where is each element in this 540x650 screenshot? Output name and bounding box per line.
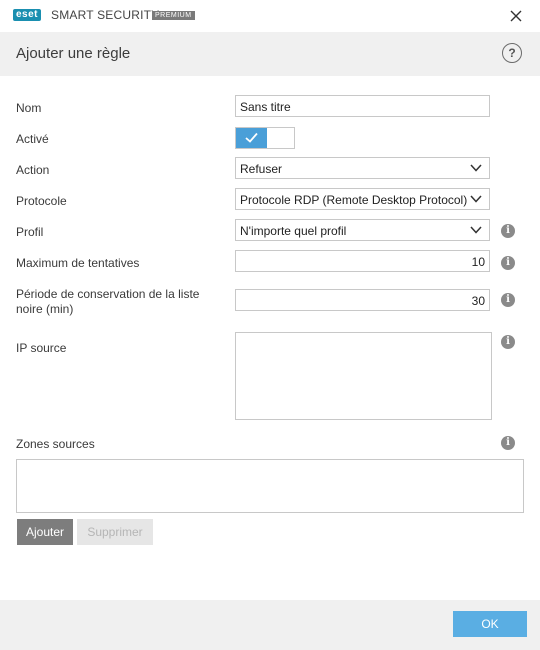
check-icon [245,132,258,143]
chevron-down-icon [470,195,482,203]
profile-select[interactable]: N'importe quel profil [235,219,490,241]
retention-input[interactable]: 30 [235,289,490,311]
retention-label: Période de conservation de la liste noir… [16,287,200,316]
edition-badge: PREMIUM [152,11,195,20]
max-attempts-input[interactable]: 10 [235,250,490,272]
eset-logo: eset [13,9,42,21]
title-bar: eset SMART SECURITY PREMIUM [0,0,540,32]
source-ip-textarea[interactable] [235,332,492,420]
enabled-label: Activé [16,132,49,146]
chevron-down-icon [470,164,482,172]
source-zones-label: Zones sources [16,437,95,451]
enabled-toggle[interactable] [235,127,295,149]
max-attempts-label: Maximum de tentatives [16,256,140,270]
protocol-label: Protocole [16,194,67,208]
close-button[interactable] [506,6,526,26]
remove-zone-button: Supprimer [77,519,153,545]
action-label: Action [16,163,50,177]
profile-label: Profil [16,225,44,239]
name-input[interactable]: Sans titre [235,95,490,117]
info-icon[interactable]: i [501,436,515,450]
protocol-select[interactable]: Protocole RDP (Remote Desktop Protocol) [235,188,490,210]
ok-button[interactable]: OK [453,611,527,637]
name-input-value: Sans titre [240,100,291,114]
close-icon [510,10,522,22]
chevron-down-icon [470,226,482,234]
page-title: Ajouter une règle [16,45,131,62]
name-label: Nom [16,101,42,115]
profile-select-value: N'importe quel profil [240,224,347,238]
help-icon[interactable]: ? [502,43,522,63]
retention-value: 30 [471,294,485,308]
product-name: SMART SECURITY [51,8,160,22]
add-zone-button[interactable]: Ajouter [17,519,73,545]
source-zones-list[interactable] [16,459,524,513]
info-icon[interactable]: i [501,256,515,270]
action-select[interactable]: Refuser [235,157,490,179]
dialog-header: Ajouter une règle ? [0,32,540,76]
max-attempts-value: 10 [471,255,485,269]
info-icon[interactable]: i [501,293,515,307]
toggle-on-segment [236,128,267,148]
action-select-value: Refuser [240,162,283,176]
protocol-select-value: Protocole RDP (Remote Desktop Protocol) [240,193,468,207]
source-ip-label: IP source [16,341,67,355]
info-icon[interactable]: i [501,224,515,238]
info-icon[interactable]: i [501,335,515,349]
